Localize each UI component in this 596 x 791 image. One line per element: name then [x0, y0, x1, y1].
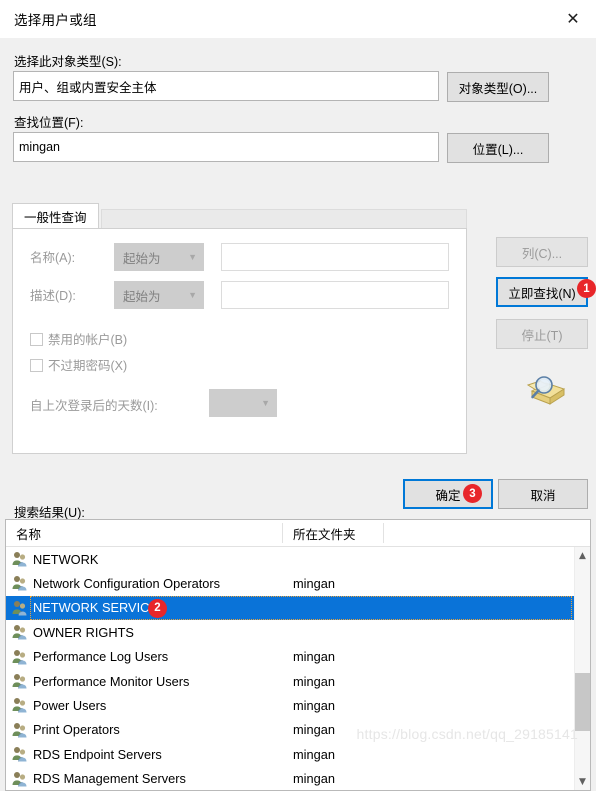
- row-folder: mingan: [293, 576, 335, 591]
- query-name-condition-select[interactable]: 起始为 ▼: [114, 243, 204, 271]
- query-desc-condition-value: 起始为: [123, 286, 161, 305]
- selection-outline: [30, 596, 572, 620]
- table-row[interactable]: RDS Endpoint Servers mingan: [6, 742, 574, 766]
- object-type-input[interactable]: 用户、组或内置安全主体: [13, 71, 439, 101]
- checkbox-box-icon: [30, 359, 43, 372]
- table-row[interactable]: Performance Monitor Users mingan: [6, 669, 574, 693]
- row-name: Performance Log Users: [33, 649, 168, 664]
- close-icon[interactable]: ✕: [550, 0, 596, 38]
- column-divider[interactable]: [282, 523, 283, 543]
- cancel-button[interactable]: 取消: [498, 479, 588, 509]
- results-scrollbar[interactable]: ▲ ▼: [574, 547, 590, 790]
- annotation-badge-2: 2: [148, 599, 167, 618]
- row-folder: mingan: [293, 649, 335, 664]
- checkbox-non-expiring-password[interactable]: 不过期密码(X): [30, 355, 127, 374]
- table-row[interactable]: Network Configuration Operators mingan: [6, 571, 574, 595]
- query-name-input[interactable]: [221, 243, 449, 271]
- table-row[interactable]: RDS Management Servers mingan: [6, 767, 574, 791]
- row-name: Print Operators: [33, 722, 120, 737]
- find-now-label: 立即查找(N): [508, 283, 575, 302]
- query-panel: 名称(A): 起始为 ▼ 描述(D): 起始为 ▼ 禁用的帐户(B) 不过期密码…: [12, 228, 467, 454]
- days-since-logon-label: 自上次登录后的天数(I):: [30, 395, 158, 414]
- tab-general-query[interactable]: 一般性查询: [12, 203, 99, 229]
- scroll-down-icon[interactable]: ▼: [575, 773, 590, 790]
- row-name: Power Users: [33, 698, 106, 713]
- table-row[interactable]: NETWORK SERVICE: [6, 596, 574, 620]
- tab-strip: 一般性查询: [12, 203, 467, 229]
- checkbox-disabled-accounts-label: 禁用的帐户(B): [48, 333, 127, 347]
- query-name-label: 名称(A):: [30, 247, 75, 266]
- search-folder-icon: [520, 371, 568, 411]
- column-header-folder[interactable]: 所在文件夹: [293, 520, 356, 546]
- location-button[interactable]: 位置(L)...: [447, 133, 549, 163]
- checkbox-disabled-accounts[interactable]: 禁用的帐户(B): [30, 329, 127, 348]
- table-row[interactable]: Performance Log Users mingan: [6, 645, 574, 669]
- table-row[interactable]: Power Users mingan: [6, 693, 574, 717]
- query-desc-label: 描述(D):: [30, 285, 76, 304]
- row-name: RDS Management Servers: [33, 771, 186, 786]
- table-row[interactable]: NETWORK: [6, 547, 574, 571]
- row-name: Performance Monitor Users: [33, 674, 189, 689]
- scroll-up-icon[interactable]: ▲: [575, 547, 590, 564]
- object-type-button[interactable]: 对象类型(O)...: [447, 72, 549, 102]
- row-folder: mingan: [293, 771, 335, 786]
- stop-button[interactable]: 停止(T): [496, 319, 588, 349]
- location-value: mingan: [19, 140, 60, 154]
- results-list: 名称 所在文件夹 NETWORK Network Configuration Op…: [5, 519, 591, 791]
- row-folder: mingan: [293, 722, 335, 737]
- row-folder: mingan: [293, 674, 335, 689]
- window-title: 选择用户或组: [14, 9, 97, 29]
- location-input[interactable]: mingan: [13, 132, 439, 162]
- row-folder: mingan: [293, 698, 335, 713]
- days-since-logon-select[interactable]: ▼: [209, 389, 277, 417]
- row-folder: mingan: [293, 747, 335, 762]
- scrollbar-thumb[interactable]: [575, 673, 590, 731]
- title-bar: 选择用户或组 ✕: [0, 0, 596, 38]
- checkbox-non-expiring-password-label: 不过期密码(X): [48, 359, 127, 373]
- chevron-down-icon: ▼: [188, 290, 197, 300]
- tab-strip-filler: [101, 209, 467, 229]
- location-label: 查找位置(F):: [14, 112, 83, 131]
- dialog-body: 选择此对象类型(S): 用户、组或内置安全主体 对象类型(O)... 查找位置(…: [0, 38, 596, 756]
- query-name-condition-value: 起始为: [123, 248, 161, 267]
- columns-button[interactable]: 列(C)...: [496, 237, 588, 267]
- chevron-down-icon: ▼: [188, 252, 197, 262]
- annotation-badge-1: 1: [577, 279, 596, 298]
- find-now-button[interactable]: 立即查找(N): [496, 277, 588, 307]
- ok-label: 确定: [435, 485, 460, 504]
- table-row[interactable]: OWNER RIGHTS: [6, 620, 574, 644]
- watermark: https://blog.csdn.net/qq_29185141: [357, 726, 578, 742]
- object-type-label: 选择此对象类型(S):: [14, 51, 122, 70]
- row-name: RDS Endpoint Servers: [33, 747, 162, 762]
- row-name: OWNER RIGHTS: [33, 625, 134, 640]
- query-desc-input[interactable]: [221, 281, 449, 309]
- row-name: Network Configuration Operators: [33, 576, 220, 591]
- annotation-badge-3: 3: [463, 484, 482, 503]
- checkbox-box-icon: [30, 333, 43, 346]
- column-header-name[interactable]: 名称: [16, 520, 41, 546]
- results-header: 名称 所在文件夹: [6, 520, 590, 547]
- results-rows: NETWORK Network Configuration Operators mi…: [6, 547, 574, 790]
- object-type-value: 用户、组或内置安全主体: [19, 77, 157, 96]
- query-desc-condition-select[interactable]: 起始为 ▼: [114, 281, 204, 309]
- column-divider[interactable]: [383, 523, 384, 543]
- chevron-down-icon: ▼: [261, 398, 270, 408]
- row-name: NETWORK: [33, 552, 98, 567]
